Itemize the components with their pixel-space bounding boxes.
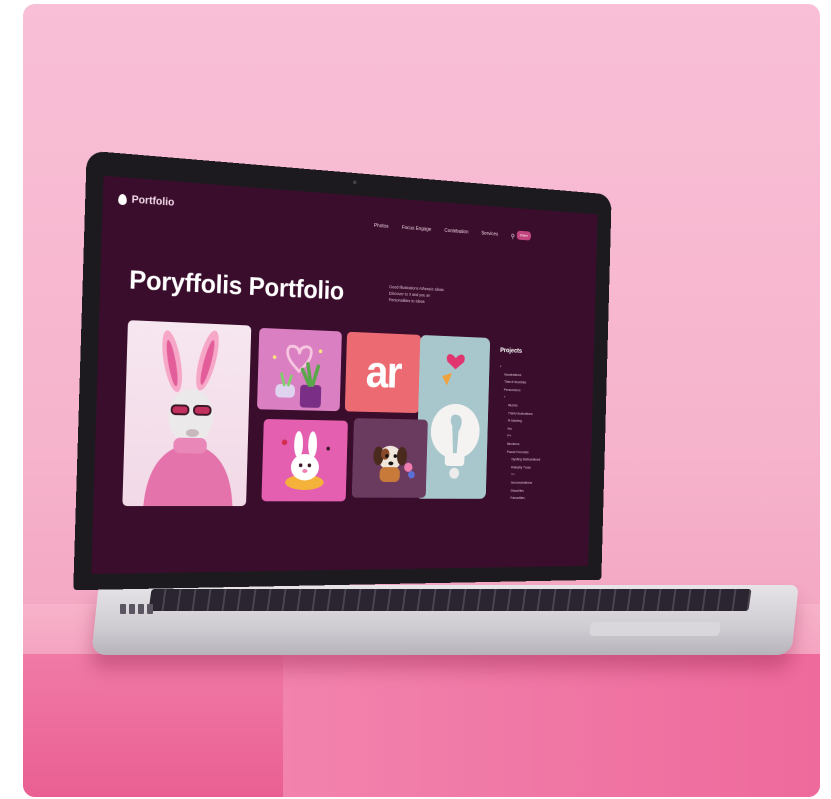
ar-text: ar xyxy=(365,347,402,398)
sidebar-title: Projects xyxy=(500,347,523,355)
pedestal-face xyxy=(283,654,820,797)
search-icon[interactable]: ⚲ xyxy=(511,233,515,241)
site-logo[interactable]: Portfolio xyxy=(118,193,175,209)
nav-link-photos[interactable]: Photos xyxy=(374,223,389,231)
nav-link-services[interactable]: Services xyxy=(481,231,498,239)
laptop-ports xyxy=(120,604,153,614)
webcam-icon xyxy=(353,180,357,185)
page-title: Poryffolis Portfolio xyxy=(128,264,345,306)
laptop-keyboard xyxy=(148,589,752,611)
bunny-sweater-tile[interactable] xyxy=(122,320,252,507)
laptop-trackpad xyxy=(589,622,721,636)
lightbulb-tile[interactable] xyxy=(415,334,491,499)
brand-name: Portfolio xyxy=(131,193,175,209)
nav-link-focus[interactable]: Focus Engage xyxy=(402,225,432,234)
bunny-cake-tile[interactable] xyxy=(261,418,348,502)
ar-tile[interactable]: ar xyxy=(344,331,422,414)
laptop-screen: Portfolio Photos Focus Engage Contributi… xyxy=(91,175,598,574)
share-button[interactable]: Share xyxy=(516,230,532,241)
laptop-lid: Portfolio Photos Focus Engage Contributi… xyxy=(73,150,612,591)
dog-tile[interactable] xyxy=(351,418,428,498)
nav-link-contribution[interactable]: Contribution xyxy=(444,228,468,237)
heart-plant-tile[interactable] xyxy=(256,327,342,412)
projects-sidebar: Projects + Ilaustrations Thinch Illustrate… xyxy=(496,347,586,502)
logo-mark-icon xyxy=(118,193,128,205)
sidebar-item[interactable]: Fanocities xyxy=(496,494,582,502)
sidebar-list: + Ilaustrations Thinch Illustrate Persontio… xyxy=(496,363,585,503)
intro-text: Good Illustrations Atheneic Ideas Discov… xyxy=(389,283,480,307)
top-nav: Photos Focus Engage Contribution Service… xyxy=(374,223,531,241)
